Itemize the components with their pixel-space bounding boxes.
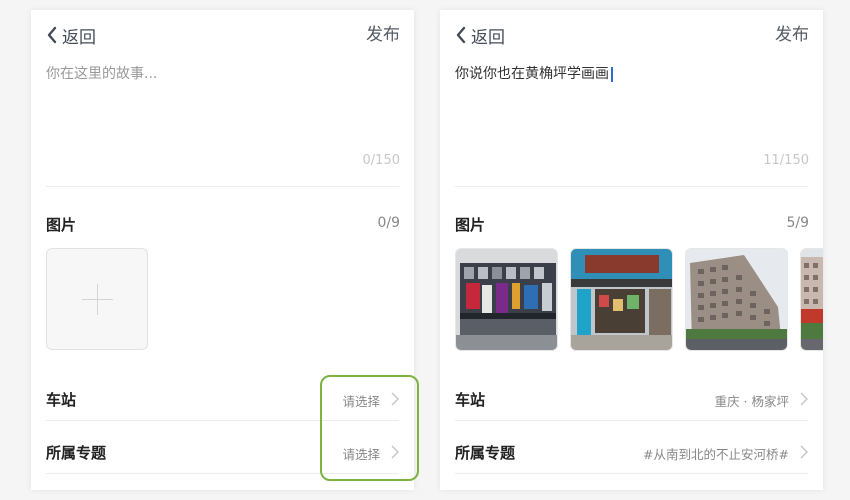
publish-form-empty: 返回 发布 你在这里的故事... 0/150 图片 0/9 车站 请选择 所属专…: [31, 10, 414, 490]
header: 返回 发布: [440, 22, 823, 48]
story-textarea[interactable]: 你在这里的故事...: [46, 63, 157, 83]
photo-thumbnail[interactable]: [455, 248, 558, 351]
station-label: 车站: [46, 391, 77, 409]
story-textarea[interactable]: 你说你也在黄桷坪学画画: [455, 63, 613, 83]
chevron-right-icon: [391, 445, 399, 459]
station-value: 请选择: [342, 394, 380, 409]
back-label: 返回: [62, 27, 96, 48]
topic-value: #从南到北的不止安河桥#: [643, 447, 789, 462]
divider: [46, 186, 399, 187]
topic-label: 所属专题: [455, 444, 516, 462]
chevron-right-icon: [391, 392, 399, 406]
chevron-right-icon: [800, 445, 808, 459]
chevron-right-icon: [800, 392, 808, 406]
photos-count: 0/9: [377, 215, 400, 231]
publish-button[interactable]: 发布: [775, 22, 809, 48]
add-photo-button[interactable]: [46, 248, 148, 350]
back-button[interactable]: 返回: [455, 22, 505, 48]
divider: [455, 186, 808, 187]
station-label: 车站: [455, 391, 486, 409]
publish-button[interactable]: 发布: [366, 22, 400, 48]
station-value: 重庆 · 杨家坪: [714, 394, 789, 409]
story-text: 你说你也在黄桷坪学画画: [455, 66, 609, 82]
chevron-left-icon: [47, 26, 57, 44]
topic-value: 请选择: [342, 447, 380, 462]
photo-thumbnail[interactable]: [570, 248, 673, 351]
divider: [455, 420, 808, 421]
text-caret: [611, 66, 613, 82]
chevron-left-icon: [456, 26, 466, 44]
char-counter: 0/150: [362, 153, 400, 168]
header: 返回 发布: [31, 22, 414, 48]
topic-label: 所属专题: [46, 444, 107, 462]
photos-label: 图片: [455, 216, 486, 234]
divider: [46, 420, 399, 421]
back-button[interactable]: 返回: [46, 22, 96, 48]
char-counter: 11/150: [763, 153, 809, 168]
divider: [46, 473, 399, 474]
photo-thumbnail[interactable]: [800, 248, 823, 351]
photos-label: 图片: [46, 216, 77, 234]
photo-thumbnail[interactable]: [685, 248, 788, 351]
photos-count: 5/9: [786, 215, 809, 231]
publish-form-filled: 返回 发布 你说你也在黄桷坪学画画 11/150 图片 5/9 车站 重庆 · …: [440, 10, 823, 490]
back-label: 返回: [471, 27, 505, 48]
divider: [455, 473, 808, 474]
